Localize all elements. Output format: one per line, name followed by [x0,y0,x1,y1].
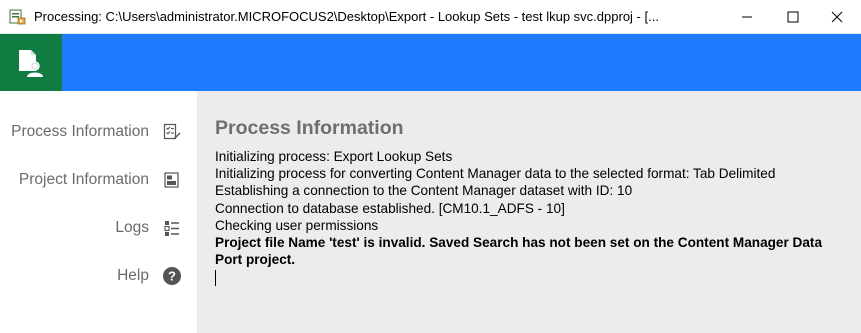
log-line: Initializing process: Export Lookup Sets [215,149,453,164]
page-title: Process Information [215,117,404,139]
log-line-error: Project file Name 'test' is invalid. Sav… [215,235,823,268]
close-icon [831,11,843,22]
document-user-icon [19,49,43,77]
sidebar-item-label: Help [117,267,149,284]
close-button[interactable] [814,0,860,33]
title-bar: Processing: C:\Users\administrator.MICRO… [0,0,861,34]
sidebar-item-label: Logs [115,219,149,236]
sidebar-item-logs[interactable]: Logs [0,211,197,245]
maximize-button[interactable] [770,0,816,33]
app-icon [9,9,26,25]
process-log[interactable]: Initializing process: Export Lookup Sets… [215,148,845,291]
sidebar-item-process-information[interactable]: Process Information [0,115,197,149]
text-caret [215,270,216,287]
minimize-icon [742,16,752,17]
minimize-button[interactable] [724,0,770,33]
svg-text:?: ? [168,269,176,284]
window-title: Processing: C:\Users\administrator.MICRO… [34,9,659,24]
sidebar-item-help[interactable]: Help ? [0,259,197,293]
log-line: Initializing process for converting Cont… [215,166,776,182]
sidebar-item-label: Process Information [11,123,149,140]
log-line: Establishing a connection to the Content… [215,183,633,199]
sidebar: Process Information Project Information … [0,91,197,333]
main-panel: Process Information Initializing process… [197,91,861,333]
header-band [0,34,861,91]
help-icon: ? [161,265,183,287]
maximize-icon [787,11,799,22]
project-icon [161,169,183,191]
logs-icon [161,217,183,239]
sidebar-item-project-information[interactable]: Project Information [0,163,197,197]
sidebar-item-label: Project Information [18,171,149,188]
checklist-icon [161,121,183,143]
log-line: Connection to database established. [CM1… [215,200,565,216]
app-logo [0,34,62,91]
log-line: Checking user permissions [215,217,379,233]
